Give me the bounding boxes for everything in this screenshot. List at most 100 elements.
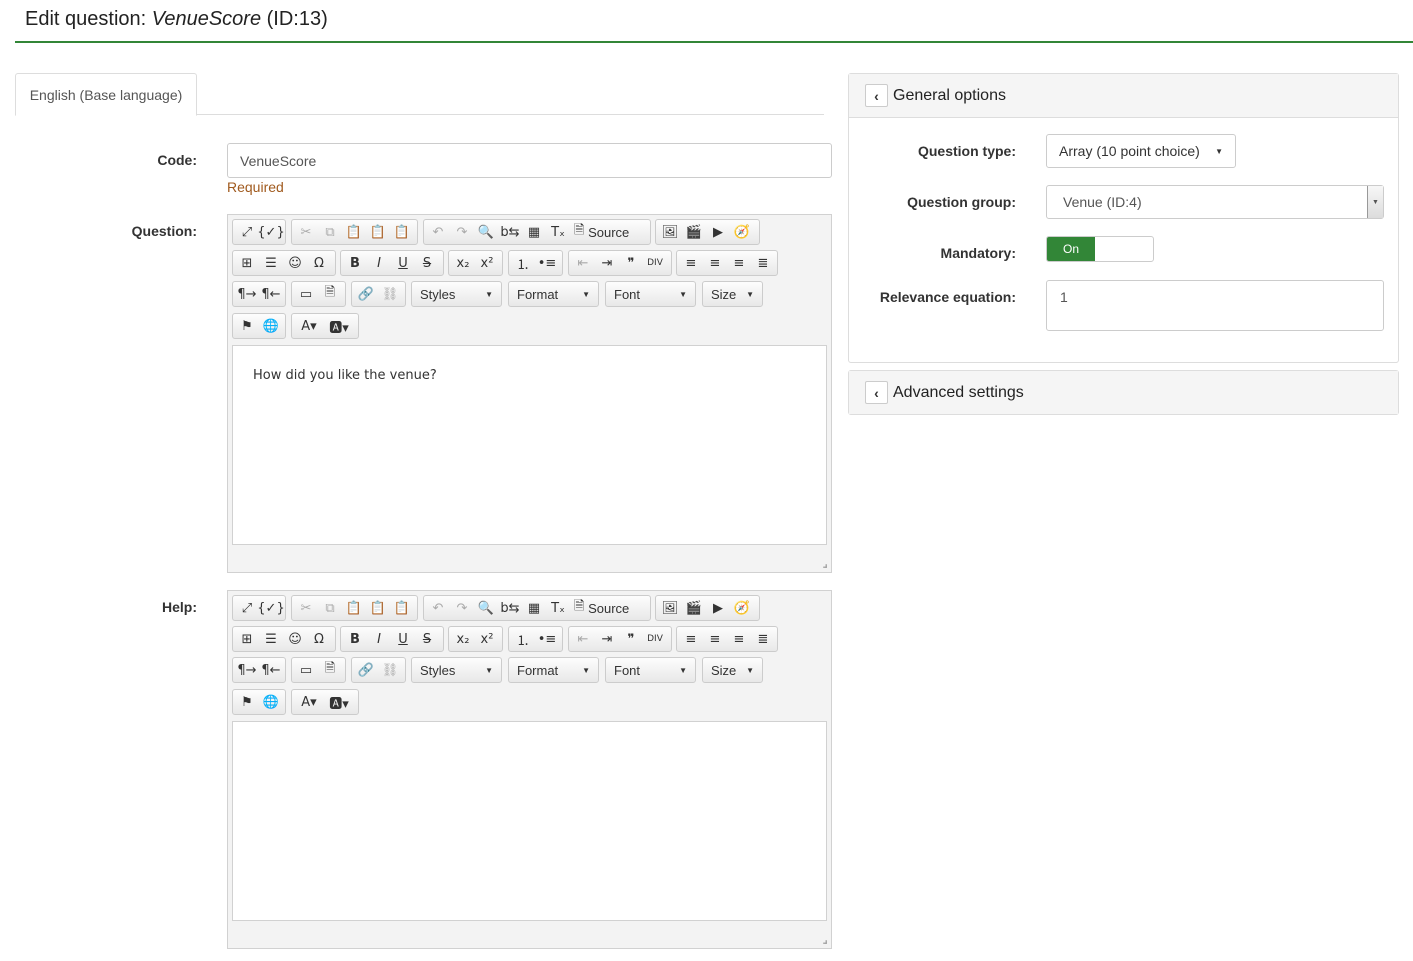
redo-icon[interactable]: ↷	[450, 221, 474, 243]
link-icon[interactable]: 🔗	[354, 659, 378, 681]
text-color-icon[interactable]: A▾	[294, 315, 324, 337]
source-button[interactable]: 🗎 Source	[570, 597, 633, 619]
flag-icon[interactable]: ⚑	[235, 315, 259, 337]
paste-word-icon[interactable]: 📋	[390, 221, 414, 243]
templates-icon[interactable]: ▭	[294, 659, 318, 681]
align-left-icon[interactable]: ≡	[679, 252, 703, 274]
size-dropdown[interactable]: Size ▼	[702, 657, 763, 683]
paste-icon[interactable]: 📋	[342, 597, 366, 619]
select-all-icon[interactable]: ▦	[522, 221, 546, 243]
superscript-icon[interactable]: x²	[475, 628, 499, 650]
paste-text-icon[interactable]: 📋	[366, 221, 390, 243]
general-options-header[interactable]: ‹ General options	[849, 74, 1398, 118]
mandatory-toggle[interactable]: On	[1046, 236, 1154, 262]
table-icon[interactable]: ⊞	[235, 628, 259, 650]
align-justify-icon[interactable]: ≣	[751, 252, 775, 274]
bulleted-list-icon[interactable]: •≡	[535, 628, 559, 650]
undo-icon[interactable]: ↶	[426, 597, 450, 619]
globe-icon[interactable]: 🌐	[259, 691, 283, 713]
superscript-icon[interactable]: x²	[475, 252, 499, 274]
question-type-select[interactable]: Array (10 point choice) ▼	[1046, 134, 1236, 168]
div-container-icon[interactable]: DIV	[643, 628, 667, 650]
paste-word-icon[interactable]: 📋	[390, 597, 414, 619]
font-dropdown[interactable]: Font ▼	[605, 281, 696, 307]
templates-icon[interactable]: ▭	[294, 283, 318, 305]
question-group-select[interactable]: Venue (ID:4) ▼	[1046, 185, 1384, 219]
rtl-icon[interactable]: ¶←	[259, 659, 283, 681]
italic-icon[interactable]: I	[367, 252, 391, 274]
smiley-icon[interactable]: ☺	[283, 628, 307, 650]
bulleted-list-icon[interactable]: •≡	[535, 252, 559, 274]
styles-dropdown[interactable]: Styles ▼	[411, 657, 502, 683]
maximize-icon[interactable]: ⤢	[235, 221, 259, 243]
blockquote-icon[interactable]: ❞	[619, 252, 643, 274]
horizontal-line-icon[interactable]: ☰	[259, 252, 283, 274]
align-center-icon[interactable]: ≡	[703, 628, 727, 650]
styles-dropdown[interactable]: Styles ▼	[411, 281, 502, 307]
globe-icon[interactable]: 🌐	[259, 315, 283, 337]
indent-icon[interactable]: ⇥	[595, 252, 619, 274]
find-icon[interactable]: 🔍	[474, 221, 498, 243]
code-input[interactable]: VenueScore	[227, 143, 832, 178]
div-container-icon[interactable]: DIV	[643, 252, 667, 274]
align-right-icon[interactable]: ≡	[727, 252, 751, 274]
subscript-icon[interactable]: x₂	[451, 628, 475, 650]
video-icon[interactable]: 🎬	[682, 597, 706, 619]
strikethrough-icon[interactable]: S	[415, 252, 439, 274]
tab-english-base[interactable]: English (Base language)	[15, 73, 197, 116]
replace-icon[interactable]: b⇆	[498, 597, 522, 619]
document-icon[interactable]: 🗎	[318, 659, 342, 681]
chevron-left-icon[interactable]: ‹	[865, 84, 888, 107]
expression-icon[interactable]: {✓}	[257, 597, 284, 619]
image-icon[interactable]: 🖼	[658, 597, 682, 619]
special-char-icon[interactable]: Ω	[307, 628, 331, 650]
align-right-icon[interactable]: ≡	[727, 628, 751, 650]
resize-grip-icon[interactable]	[823, 564, 827, 568]
flag-icon[interactable]: ⚑	[235, 691, 259, 713]
select-all-icon[interactable]: ▦	[522, 597, 546, 619]
youtube-icon[interactable]: ▶	[706, 221, 730, 243]
expression-icon[interactable]: {✓}	[257, 221, 284, 243]
strikethrough-icon[interactable]: S	[415, 628, 439, 650]
special-char-icon[interactable]: Ω	[307, 252, 331, 274]
image-icon[interactable]: 🖼	[658, 221, 682, 243]
copy-icon[interactable]: ⧉	[318, 221, 342, 243]
redo-icon[interactable]: ↷	[450, 597, 474, 619]
paste-icon[interactable]: 📋	[342, 221, 366, 243]
remove-format-icon[interactable]: Tₓ	[546, 597, 570, 619]
rtl-icon[interactable]: ¶←	[259, 283, 283, 305]
video-icon[interactable]: 🎬	[682, 221, 706, 243]
find-icon[interactable]: 🔍	[474, 597, 498, 619]
unlink-icon[interactable]: ⛓	[378, 659, 402, 681]
maximize-icon[interactable]: ⤢	[235, 597, 259, 619]
ltr-icon[interactable]: ¶→	[235, 659, 259, 681]
replace-icon[interactable]: b⇆	[498, 221, 522, 243]
undo-icon[interactable]: ↶	[426, 221, 450, 243]
indent-icon[interactable]: ⇥	[595, 628, 619, 650]
cut-icon[interactable]: ✂	[294, 597, 318, 619]
background-color-icon[interactable]: 🅰▾	[324, 691, 354, 713]
chevron-left-icon[interactable]: ‹	[865, 381, 888, 404]
copy-icon[interactable]: ⧉	[318, 597, 342, 619]
paste-text-icon[interactable]: 📋	[366, 597, 390, 619]
cut-icon[interactable]: ✂	[294, 221, 318, 243]
align-justify-icon[interactable]: ≣	[751, 628, 775, 650]
underline-icon[interactable]: U	[391, 252, 415, 274]
compass-icon[interactable]: 🧭	[730, 597, 754, 619]
italic-icon[interactable]: I	[367, 628, 391, 650]
source-button[interactable]: 🗎 Source	[570, 221, 633, 243]
advanced-settings-header[interactable]: ‹ Advanced settings	[849, 371, 1398, 414]
underline-icon[interactable]: U	[391, 628, 415, 650]
background-color-icon[interactable]: 🅰▾	[324, 315, 354, 337]
relevance-equation-input[interactable]: 1	[1046, 280, 1384, 331]
numbered-list-icon[interactable]: ⒈	[511, 628, 535, 650]
outdent-icon[interactable]: ⇤	[571, 628, 595, 650]
numbered-list-icon[interactable]: ⒈	[511, 252, 535, 274]
subscript-icon[interactable]: x₂	[451, 252, 475, 274]
table-icon[interactable]: ⊞	[235, 252, 259, 274]
resize-grip-icon[interactable]	[823, 940, 827, 944]
compass-icon[interactable]: 🧭	[730, 221, 754, 243]
text-color-icon[interactable]: A▾	[294, 691, 324, 713]
align-left-icon[interactable]: ≡	[679, 628, 703, 650]
horizontal-line-icon[interactable]: ☰	[259, 628, 283, 650]
